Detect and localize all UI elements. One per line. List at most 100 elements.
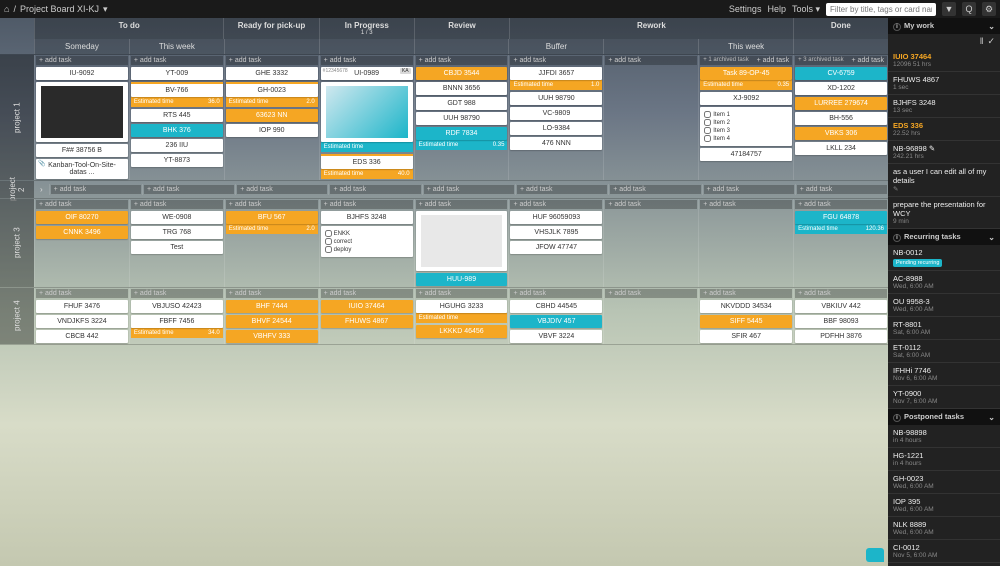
add-task-button[interactable]: + add task [700, 200, 792, 209]
add-task-button[interactable]: + add task [610, 185, 700, 194]
checklist-item[interactable]: Item 4 [704, 135, 788, 142]
add-task-button[interactable]: + add task [510, 200, 602, 209]
add-task-button[interactable]: + add task [517, 185, 607, 194]
kanban-card[interactable]: BV-766 [131, 82, 223, 97]
sidebar-control-icon[interactable]: ✓ [987, 36, 995, 47]
sidebar-item[interactable]: as a user I can edit all of my details✎ [888, 164, 1000, 197]
kanban-card[interactable]: JFOW 47747 [510, 241, 602, 254]
chevron-down-icon[interactable]: ⌄ [988, 233, 995, 242]
add-task-button[interactable]: + add task [36, 56, 128, 65]
kanban-card[interactable]: BHVF 24544 [226, 315, 318, 328]
sidebar-item[interactable]: NB-0012Pending recurring [888, 245, 1000, 271]
add-task-button[interactable]: + add task [226, 56, 318, 65]
kanban-card[interactable]: TRG 768 [131, 226, 223, 239]
search-input[interactable] [826, 3, 936, 16]
add-task-button[interactable]: + add task [330, 185, 420, 194]
kanban-card[interactable]: IUIO 37464 [321, 300, 413, 313]
add-task-button[interactable]: + add task [36, 289, 128, 298]
kanban-card[interactable]: HGUHG 3233 [416, 300, 508, 313]
checklist-item[interactable]: Item 3 [704, 127, 788, 134]
kanban-card[interactable]: ENKKcorrectdeploy [321, 226, 413, 257]
checklist-item[interactable]: ENKK [325, 230, 409, 237]
chevron-down-icon[interactable]: ⌄ [988, 413, 995, 422]
kanban-card[interactable]: SIFF 5445 [700, 315, 792, 328]
kanban-card[interactable]: 📎Kanban-Tool-On-Site-datas ... [36, 159, 128, 179]
kanban-card[interactable]: VNDJKFS 3224 [36, 315, 128, 328]
kanban-card[interactable]: VBVF 3224 [510, 330, 602, 343]
kanban-card[interactable]: YT-009 [131, 67, 223, 80]
sidebar-item[interactable]: NB-96898 ✎242.21 hrs [888, 141, 1000, 164]
add-task-button[interactable]: + add task [797, 185, 887, 194]
add-task-button[interactable]: + add task [416, 289, 508, 298]
kanban-card[interactable]: 47184757 [700, 148, 792, 161]
swimlane-label[interactable]: project 1 [0, 55, 34, 180]
kanban-card[interactable]: VC-9809 [510, 107, 602, 120]
sidebar-item[interactable]: AC-8988Wed, 6:00 AM [888, 271, 1000, 294]
kanban-card[interactable]: WE-0908 [131, 211, 223, 224]
kanban-card[interactable]: BFU 567 [226, 211, 318, 224]
sidebar-item[interactable]: RT-8801Sat, 6:00 AM [888, 317, 1000, 340]
sidebar-item[interactable]: prepare the presentation for WCY9 min [888, 197, 1000, 229]
kanban-card[interactable]: BBF 98093 [795, 315, 887, 328]
chat-icon[interactable] [866, 548, 884, 562]
checklist-item[interactable]: Item 2 [704, 119, 788, 126]
kanban-card[interactable]: XJ-9092 [700, 92, 792, 105]
kanban-card[interactable]: RDF 7834 [416, 127, 508, 140]
kanban-card[interactable] [36, 82, 128, 142]
add-task-button[interactable]: + add task [605, 56, 697, 65]
add-task-button[interactable]: + add task [36, 200, 128, 209]
add-task-button[interactable]: + 3 archived task+ add task [795, 56, 887, 65]
settings-link[interactable]: Settings [729, 4, 762, 14]
add-task-button[interactable]: + add task [144, 185, 234, 194]
kanban-card[interactable]: BJHFS 3248 [321, 211, 413, 224]
chevron-down-icon[interactable]: ⌄ [988, 22, 995, 31]
kanban-card[interactable]: BHK 376 [131, 124, 223, 137]
kanban-card[interactable]: IOP 990 [226, 124, 318, 137]
kanban-card[interactable]: GDT 988 [416, 97, 508, 110]
sidebar-item[interactable]: FHUWS 48671 sec [888, 72, 1000, 95]
search-icon[interactable]: Q [962, 2, 976, 16]
kanban-card[interactable]: XD-1202 [795, 82, 887, 95]
sidebar-item[interactable]: IUIO 3746412096 51 hrs [888, 49, 1000, 72]
kanban-card[interactable]: YT-8873 [131, 154, 223, 167]
sidebar-item[interactable]: NLK 8889Wed, 6:00 AM [888, 517, 1000, 540]
kanban-card[interactable]: Task 89-OP-45 [700, 67, 792, 80]
kanban-card[interactable]: 63623 NN [226, 109, 318, 122]
kanban-card[interactable]: CBJD 3544 [416, 67, 508, 80]
sidebar-item[interactable]: BJHFS 324813 sec [888, 95, 1000, 118]
board-dropdown-icon[interactable]: ▾ [103, 4, 108, 15]
kanban-card[interactable]: 476 NNN [510, 137, 602, 150]
add-task-button[interactable]: + add task [131, 200, 223, 209]
checklist-item[interactable]: deploy [325, 246, 409, 253]
add-task-button[interactable]: + add task [416, 56, 508, 65]
add-task-button[interactable]: + add task [510, 56, 602, 65]
kanban-card[interactable]: CV-6759 [795, 67, 887, 80]
kanban-card[interactable]: HUU-989 [416, 273, 508, 286]
add-task-button[interactable]: + add task [605, 200, 697, 209]
kanban-card[interactable]: FGU 64878 [795, 211, 887, 224]
add-task-button[interactable]: + add task [416, 200, 508, 209]
kanban-card[interactable]: Item 1Item 2Item 3Item 4 [700, 107, 792, 146]
kanban-card[interactable] [321, 82, 413, 142]
kanban-card[interactable]: LKKKD 46456 [416, 325, 508, 338]
kanban-card[interactable]: EDS 336 [321, 154, 413, 169]
kanban-card[interactable]: Test [131, 241, 223, 254]
swimlane-label[interactable]: project 4 [0, 288, 34, 344]
kanban-card[interactable]: UUH 98790 [416, 112, 508, 125]
add-task-button[interactable]: + add task [510, 289, 602, 298]
kanban-card[interactable]: HUF 96059093 [510, 211, 602, 224]
home-icon[interactable]: ⌂ [4, 4, 9, 14]
sidebar-item[interactable]: ET-0112Sat, 6:00 AM [888, 340, 1000, 363]
checklist-item[interactable]: correct [325, 238, 409, 245]
checklist-item[interactable]: Item 1 [704, 111, 788, 118]
tools-dropdown[interactable]: Tools ▾ [792, 4, 820, 15]
kanban-card[interactable] [416, 211, 508, 271]
add-task-button[interactable]: + add task [321, 200, 413, 209]
kanban-card[interactable]: VBHFV 333 [226, 330, 318, 343]
swimlane-label[interactable]: project 3 [0, 199, 34, 287]
add-task-button[interactable]: + add task [131, 56, 223, 65]
kanban-card[interactable]: F## 38756 B [36, 144, 128, 157]
sidebar-section-header[interactable]: iMy work⌄ [888, 18, 1000, 34]
settings-icon[interactable]: ⚙ [982, 2, 996, 16]
add-task-button[interactable]: + add task [237, 185, 327, 194]
